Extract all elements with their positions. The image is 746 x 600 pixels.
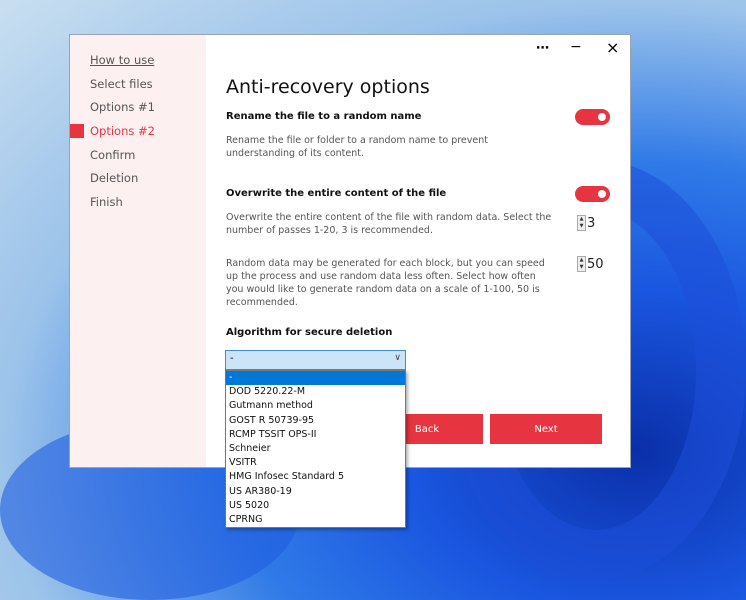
overwrite-description: Overwrite the entire content of the file…	[226, 212, 552, 236]
rename-heading: Rename the file to a random name	[226, 111, 422, 122]
algorithm-option[interactable]: DOD 5220.22-M	[226, 385, 405, 399]
minimize-icon[interactable]: −	[570, 39, 582, 55]
sidebar-item-how-to-use[interactable]: How to use	[90, 53, 154, 67]
random-description: Random data may be generated for each bl…	[226, 258, 545, 308]
algorithm-dropdown-list: - DOD 5220.22-M Gutmann method GOST R 50…	[225, 370, 406, 529]
active-step-marker	[70, 124, 84, 138]
algorithm-option[interactable]: CPRNG	[226, 513, 405, 527]
algorithm-option[interactable]: US 5020	[226, 499, 405, 513]
next-button[interactable]: Next	[490, 414, 602, 444]
overwrite-toggle[interactable]	[575, 186, 610, 202]
algorithm-option[interactable]: Schneier	[226, 442, 405, 456]
passes-value[interactable]: 3	[587, 216, 595, 231]
sidebar: How to use Select files Options #1 Optio…	[70, 35, 206, 467]
sidebar-item-select-files[interactable]: Select files	[90, 77, 153, 91]
more-options-icon[interactable]: ⋯	[536, 41, 549, 56]
sidebar-item-confirm[interactable]: Confirm	[90, 148, 135, 162]
algorithm-option[interactable]: GOST R 50739-95	[226, 414, 405, 428]
algorithm-option[interactable]: -	[226, 371, 405, 386]
algorithm-select[interactable]: - ∨	[225, 350, 406, 370]
overwrite-heading: Overwrite the entire content of the file	[226, 188, 447, 199]
algorithm-option[interactable]: RCMP TSSIT OPS-II	[226, 428, 405, 442]
sidebar-item-options-2[interactable]: Options #2	[90, 124, 155, 138]
close-icon[interactable]: ×	[606, 38, 619, 57]
random-frequency-stepper[interactable]: ▲ ▼ 50	[577, 256, 604, 272]
algorithm-option[interactable]: VSITR	[226, 456, 405, 470]
sidebar-item-options-1[interactable]: Options #1	[90, 100, 155, 114]
chevron-down-icon: ∨	[394, 353, 401, 363]
sidebar-item-finish[interactable]: Finish	[90, 195, 123, 209]
algorithm-option[interactable]: HMG Infosec Standard 5	[226, 470, 405, 484]
random-frequency-value[interactable]: 50	[587, 257, 604, 272]
stepper-arrows-icon[interactable]: ▲ ▼	[577, 215, 586, 231]
rename-description: Rename the file or folder to a random na…	[226, 135, 488, 159]
algorithm-option[interactable]: Gutmann method	[226, 399, 405, 413]
algorithm-selected-value: -	[230, 353, 234, 364]
stepper-arrows-icon[interactable]: ▲ ▼	[577, 256, 586, 272]
passes-stepper[interactable]: ▲ ▼ 3	[577, 215, 595, 231]
rename-toggle[interactable]	[575, 109, 610, 125]
algorithm-option[interactable]: US AR380-19	[226, 485, 405, 499]
sidebar-item-deletion[interactable]: Deletion	[90, 171, 138, 185]
algorithm-heading: Algorithm for secure deletion	[226, 327, 393, 338]
page-title: Anti-recovery options	[226, 76, 430, 98]
